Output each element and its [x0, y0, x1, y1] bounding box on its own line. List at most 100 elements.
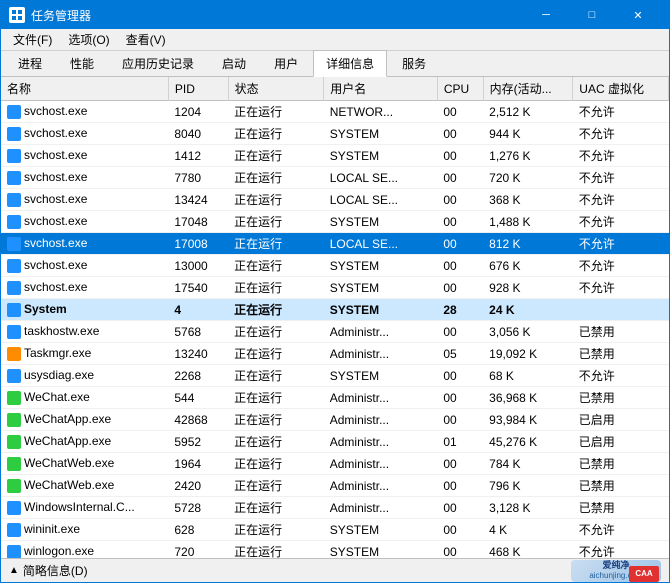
process-memory: 2,512 K [483, 101, 573, 123]
process-status: 正在运行 [228, 365, 324, 387]
tab-services[interactable]: 服务 [389, 50, 439, 76]
process-status: 正在运行 [228, 123, 324, 145]
process-memory: 45,276 K [483, 431, 573, 453]
process-memory: 944 K [483, 123, 573, 145]
col-header-status[interactable]: 状态 [228, 77, 324, 101]
process-cpu: 00 [437, 321, 483, 343]
process-cpu: 01 [437, 431, 483, 453]
process-name: System [1, 299, 168, 321]
process-cpu: 00 [437, 519, 483, 541]
table-row[interactable]: winlogon.exe720正在运行SYSTEM00468 K不允许 [1, 541, 669, 559]
process-user: SYSTEM [324, 211, 438, 233]
table-row[interactable]: svchost.exe13000正在运行SYSTEM00676 K不允许 [1, 255, 669, 277]
process-name: usysdiag.exe [1, 365, 168, 387]
process-pid: 2268 [168, 365, 228, 387]
tab-startup[interactable]: 启动 [209, 50, 259, 76]
process-uac: 不允许 [573, 541, 669, 559]
process-user: SYSTEM [324, 541, 438, 559]
table-row[interactable]: taskhostw.exe5768正在运行Administr...003,056… [1, 321, 669, 343]
col-header-cpu[interactable]: CPU [437, 77, 483, 101]
process-status: 正在运行 [228, 497, 324, 519]
status-label[interactable]: 简略信息(D) [23, 562, 88, 579]
col-header-uac[interactable]: UAC 虚拟化 [573, 77, 669, 101]
menu-options[interactable]: 选项(O) [60, 29, 117, 50]
table-row[interactable]: usysdiag.exe2268正在运行SYSTEM0068 K不允许 [1, 365, 669, 387]
table-row[interactable]: System4正在运行SYSTEM2824 K [1, 299, 669, 321]
close-button[interactable]: ✕ [615, 1, 661, 29]
table-row[interactable]: svchost.exe7780正在运行LOCAL SE...00720 K不允许 [1, 167, 669, 189]
menu-file[interactable]: 文件(F) [5, 29, 60, 50]
process-name: taskhostw.exe [1, 321, 168, 343]
table-row[interactable]: svchost.exe17048正在运行SYSTEM001,488 K不允许 [1, 211, 669, 233]
table-row[interactable]: WeChatApp.exe5952正在运行Administr...0145,27… [1, 431, 669, 453]
task-manager-window: 任务管理器 ─ □ ✕ 文件(F) 选项(O) 查看(V) 进程 性能 应用历史… [0, 0, 670, 583]
process-pid: 17008 [168, 233, 228, 255]
tab-performance[interactable]: 性能 [57, 50, 107, 76]
process-pid: 544 [168, 387, 228, 409]
process-status: 正在运行 [228, 211, 324, 233]
process-memory: 1,488 K [483, 211, 573, 233]
title-bar: 任务管理器 ─ □ ✕ [1, 1, 669, 29]
process-uac: 不允许 [573, 123, 669, 145]
col-header-user[interactable]: 用户名 [324, 77, 438, 101]
tab-details[interactable]: 详细信息 [313, 50, 387, 77]
process-memory: 93,984 K [483, 409, 573, 431]
process-uac: 不允许 [573, 101, 669, 123]
table-row[interactable]: wininit.exe628正在运行SYSTEM004 K不允许 [1, 519, 669, 541]
process-cpu: 00 [437, 189, 483, 211]
process-name: svchost.exe [1, 277, 168, 299]
menu-bar: 文件(F) 选项(O) 查看(V) [1, 29, 669, 51]
process-uac [573, 299, 669, 321]
process-user: LOCAL SE... [324, 167, 438, 189]
process-user: Administr... [324, 321, 438, 343]
table-row[interactable]: svchost.exe17540正在运行SYSTEM00928 K不允许 [1, 277, 669, 299]
process-cpu: 00 [437, 497, 483, 519]
col-header-pid[interactable]: PID [168, 77, 228, 101]
minimize-button[interactable]: ─ [523, 1, 569, 29]
table-row[interactable]: WeChatWeb.exe2420正在运行Administr...00796 K… [1, 475, 669, 497]
process-memory: 676 K [483, 255, 573, 277]
process-memory: 368 K [483, 189, 573, 211]
process-table: 名称 PID 状态 用户名 CPU 内存(活动... UAC 虚拟化 svcho… [1, 77, 669, 558]
process-cpu: 00 [437, 453, 483, 475]
table-row[interactable]: WeChat.exe544正在运行Administr...0036,968 K已… [1, 387, 669, 409]
process-user: Administr... [324, 453, 438, 475]
process-memory: 1,276 K [483, 145, 573, 167]
process-cpu: 00 [437, 233, 483, 255]
process-name: winlogon.exe [1, 541, 168, 559]
process-user: SYSTEM [324, 145, 438, 167]
process-pid: 628 [168, 519, 228, 541]
process-cpu: 00 [437, 145, 483, 167]
process-cpu: 00 [437, 123, 483, 145]
process-pid: 1412 [168, 145, 228, 167]
table-row[interactable]: WeChatWeb.exe1964正在运行Administr...00784 K… [1, 453, 669, 475]
status-left: ▲ 简略信息(D) [9, 562, 88, 579]
table-row[interactable]: svchost.exe1412正在运行SYSTEM001,276 K不允许 [1, 145, 669, 167]
table-row[interactable]: WindowsInternal.C...5728正在运行Administr...… [1, 497, 669, 519]
process-pid: 4 [168, 299, 228, 321]
process-status: 正在运行 [228, 519, 324, 541]
table-row[interactable]: svchost.exe8040正在运行SYSTEM00944 K不允许 [1, 123, 669, 145]
process-name: svchost.exe [1, 233, 168, 255]
col-header-mem[interactable]: 内存(活动... [483, 77, 573, 101]
process-memory: 3,128 K [483, 497, 573, 519]
tab-processes[interactable]: 进程 [5, 50, 55, 76]
status-bar: ▲ 简略信息(D) CAA 爱纯净 aichunjing.com [1, 558, 669, 582]
col-header-name[interactable]: 名称 [1, 77, 168, 101]
process-table-scroll[interactable]: 名称 PID 状态 用户名 CPU 内存(活动... UAC 虚拟化 svcho… [1, 77, 669, 558]
process-cpu: 05 [437, 343, 483, 365]
process-user: SYSTEM [324, 277, 438, 299]
table-row[interactable]: svchost.exe1204正在运行NETWOR...002,512 K不允许 [1, 101, 669, 123]
tab-app-history[interactable]: 应用历史记录 [109, 50, 207, 76]
process-cpu: 00 [437, 167, 483, 189]
menu-view[interactable]: 查看(V) [118, 29, 174, 50]
tab-users[interactable]: 用户 [261, 50, 311, 76]
process-name: svchost.exe [1, 189, 168, 211]
process-user: Administr... [324, 409, 438, 431]
table-row[interactable]: Taskmgr.exe13240正在运行Administr...0519,092… [1, 343, 669, 365]
table-row[interactable]: svchost.exe17008正在运行LOCAL SE...00812 K不允… [1, 233, 669, 255]
table-row[interactable]: WeChatApp.exe42868正在运行Administr...0093,9… [1, 409, 669, 431]
process-status: 正在运行 [228, 431, 324, 453]
table-row[interactable]: svchost.exe13424正在运行LOCAL SE...00368 K不允… [1, 189, 669, 211]
maximize-button[interactable]: □ [569, 1, 615, 29]
